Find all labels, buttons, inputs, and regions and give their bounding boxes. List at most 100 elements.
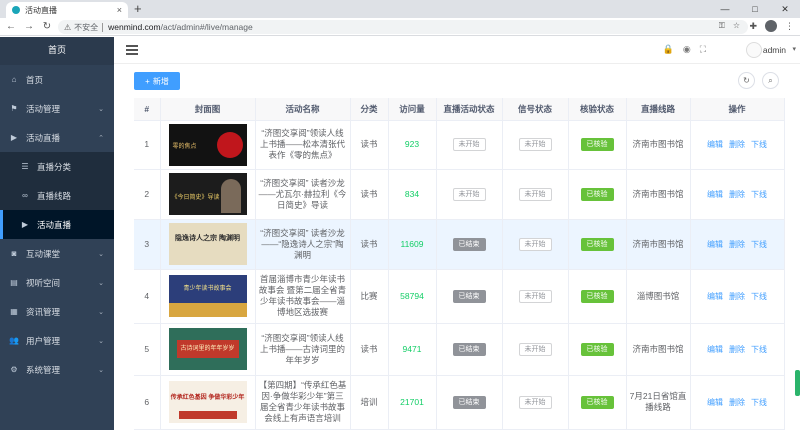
- category: 读书: [350, 219, 389, 270]
- table-row[interactable]: 2 《今日简史》导读 “济图交享阅” 读者沙龙——尤瓦尔·赫拉利《今日简史》导读…: [134, 169, 785, 220]
- offline-link[interactable]: 下线: [751, 190, 767, 199]
- cover-image[interactable]: 古诗词里的年年岁岁: [168, 328, 247, 370]
- signal-status-badge: 未开始: [518, 289, 552, 303]
- cover-image[interactable]: 传承红色基因 争做华彩少年: [168, 381, 247, 423]
- sidebar-item-live-route[interactable]: ∞ 直播线路: [0, 181, 114, 210]
- route: 淄博图书馆: [626, 269, 691, 324]
- table-row[interactable]: 5 古诗词里的年年岁岁 “济图交享阅”领读人线上书播——古诗词里的年年岁岁 读书…: [134, 323, 785, 376]
- add-button[interactable]: + 新增: [134, 72, 180, 90]
- key-icon[interactable]: ⚿: [719, 21, 725, 31]
- sidebar-item-news[interactable]: ▦ 资讯管理 ⌄: [0, 297, 114, 326]
- edit-link[interactable]: 编辑: [707, 345, 723, 354]
- chevron-down-icon: ⌄: [98, 308, 104, 316]
- table-row[interactable]: 3 隐逸诗人之宗 陶渊明 “济图交享阅” 读者沙龙——“隐逸诗人之宗”陶渊明 读…: [134, 219, 785, 270]
- add-button-label: 新增: [152, 76, 169, 86]
- sidebar-item-system[interactable]: ⚙ 系统管理 ⌄: [0, 355, 114, 384]
- sidebar-item-home[interactable]: ⌂ 首页: [0, 65, 114, 94]
- actions-cell: 编辑 删除 下线: [690, 375, 785, 430]
- offline-link[interactable]: 下线: [751, 398, 767, 407]
- sidebar-title[interactable]: 首页: [0, 37, 114, 65]
- route: 济南市图书馆: [626, 169, 691, 220]
- delete-link[interactable]: 删除: [729, 140, 745, 149]
- sidebar-item-live-category[interactable]: ☰ 直播分类: [0, 152, 114, 181]
- back-icon[interactable]: ←: [4, 21, 18, 32]
- search-toggle-button[interactable]: ⌕: [762, 72, 779, 89]
- eye-icon[interactable]: ◉: [683, 44, 691, 55]
- sidebar-item-live-manage[interactable]: ▶ 活动直播: [0, 210, 114, 239]
- tab-close-button[interactable]: ×: [117, 5, 122, 15]
- browser-tab[interactable]: 活动直播 ×: [6, 2, 128, 18]
- address-bar[interactable]: ⚠ 不安全 wenmind.com/act/admin#/live/manage…: [58, 20, 748, 34]
- live-status-badge: 已结束: [452, 395, 486, 409]
- col-signal: 信号状态: [502, 98, 569, 121]
- refresh-button[interactable]: ↻: [738, 72, 755, 89]
- signal-status-badge: 未开始: [518, 237, 552, 251]
- avatar[interactable]: [746, 42, 762, 58]
- edit-link[interactable]: 编辑: [707, 190, 723, 199]
- offline-link[interactable]: 下线: [751, 140, 767, 149]
- live-status-badge: 未开始: [452, 138, 486, 151]
- flag-icon: ⚑: [10, 104, 18, 113]
- sidebar-item-media[interactable]: ▤ 视听空间 ⌄: [0, 268, 114, 297]
- hamburger-icon[interactable]: [126, 45, 138, 55]
- sidebar-item-label: 互动课堂: [26, 248, 61, 259]
- url-text: wenmind.com/act/admin#/live/manage: [108, 22, 253, 32]
- table-row[interactable]: 1 零的焦点 “济图交享阅”领读人线上书播——松本清张代表作《零的焦点》 读书 …: [134, 120, 785, 170]
- table-row[interactable]: 6 传承红色基因 争做华彩少年 【第四期】“传承红色基因·争做华彩少年”第三届全…: [134, 375, 785, 430]
- delete-link[interactable]: 删除: [729, 190, 745, 199]
- delete-link[interactable]: 删除: [729, 240, 745, 249]
- activity-name: 首届淄博市青少年读书故事会 暨第二届全省青少年读书故事会——淄博地区选拔赛: [255, 269, 351, 324]
- edit-link[interactable]: 编辑: [707, 140, 723, 149]
- offline-link[interactable]: 下线: [751, 345, 767, 354]
- delete-link[interactable]: 删除: [729, 345, 745, 354]
- sidebar-item-users[interactable]: 👥 用户管理 ⌄: [0, 326, 114, 355]
- menu-dots-icon[interactable]: ⋮: [785, 21, 794, 32]
- col-actions: 操作: [690, 98, 785, 121]
- close-window-icon[interactable]: ✕: [770, 0, 800, 18]
- cover-text: 零的焦点: [172, 143, 197, 150]
- sidebar-item-live[interactable]: ▶ 活动直播 ⌃: [0, 123, 114, 152]
- verify-status-badge: 已核验: [580, 342, 614, 356]
- user-name[interactable]: admin: [763, 45, 786, 55]
- cover-image[interactable]: 《今日简史》导读: [168, 173, 247, 215]
- activity-name: 【第四期】“传承红色基因·争做华彩少年”第三届全省青少年读书故事会线上有声语言培…: [255, 375, 351, 430]
- forward-icon[interactable]: →: [22, 21, 36, 32]
- live-status-badge: 未开始: [452, 187, 486, 201]
- maximize-icon[interactable]: □: [740, 0, 770, 18]
- sidebar-item-activity-manage[interactable]: ⚑ 活动管理 ⌄: [0, 94, 114, 123]
- cover-image[interactable]: 青少年读书故事会: [168, 275, 247, 317]
- actions-cell: 编辑 删除 下线: [690, 323, 785, 376]
- delete-link[interactable]: 删除: [729, 398, 745, 407]
- table-header-row: # 封面图 活动名称 分类 访问量 直播活动状态 信号状态 核验状态 直播线路 …: [134, 98, 785, 121]
- profile-icon[interactable]: [765, 20, 777, 32]
- visit-count: 58794: [388, 269, 437, 324]
- cover-cell: 青少年读书故事会: [160, 269, 256, 324]
- extensions-icon[interactable]: ✚: [749, 21, 757, 32]
- sidebar-item-label: 直播分类: [37, 161, 72, 172]
- fullscreen-icon[interactable]: ⛶: [700, 44, 706, 55]
- header-icons: 🔒 ◉ ⛶: [663, 44, 706, 55]
- cover-text: 传承红色基因 争做华彩少年: [170, 395, 245, 401]
- reload-icon[interactable]: ↻: [40, 21, 54, 32]
- cover-image[interactable]: 零的焦点: [168, 123, 247, 166]
- scrollbar-handle[interactable]: [795, 370, 800, 396]
- table-row[interactable]: 4 青少年读书故事会 首届淄博市青少年读书故事会 暨第二届全省青少年读书故事会—…: [134, 269, 785, 324]
- cover-image[interactable]: 隐逸诗人之宗 陶渊明: [168, 223, 247, 265]
- signal-status-badge: 未开始: [518, 395, 552, 409]
- col-live-status: 直播活动状态: [436, 98, 503, 121]
- edit-link[interactable]: 编辑: [707, 292, 723, 301]
- delete-link[interactable]: 删除: [729, 292, 745, 301]
- sidebar-item-classroom[interactable]: ◙ 互动课堂 ⌄: [0, 239, 114, 268]
- minimize-icon[interactable]: —: [710, 0, 740, 18]
- offline-link[interactable]: 下线: [751, 240, 767, 249]
- edit-link[interactable]: 编辑: [707, 240, 723, 249]
- new-tab-button[interactable]: +: [134, 1, 142, 16]
- caret-down-icon[interactable]: ▾: [792, 45, 796, 53]
- lock-icon[interactable]: 🔒: [663, 44, 674, 55]
- edit-link[interactable]: 编辑: [707, 398, 723, 407]
- star-icon[interactable]: ☆: [733, 21, 740, 31]
- warning-icon[interactable]: ⚠: [64, 23, 71, 32]
- cover-cell: 古诗词里的年年岁岁: [160, 323, 256, 376]
- film-icon: ▤: [10, 278, 18, 287]
- offline-link[interactable]: 下线: [751, 292, 767, 301]
